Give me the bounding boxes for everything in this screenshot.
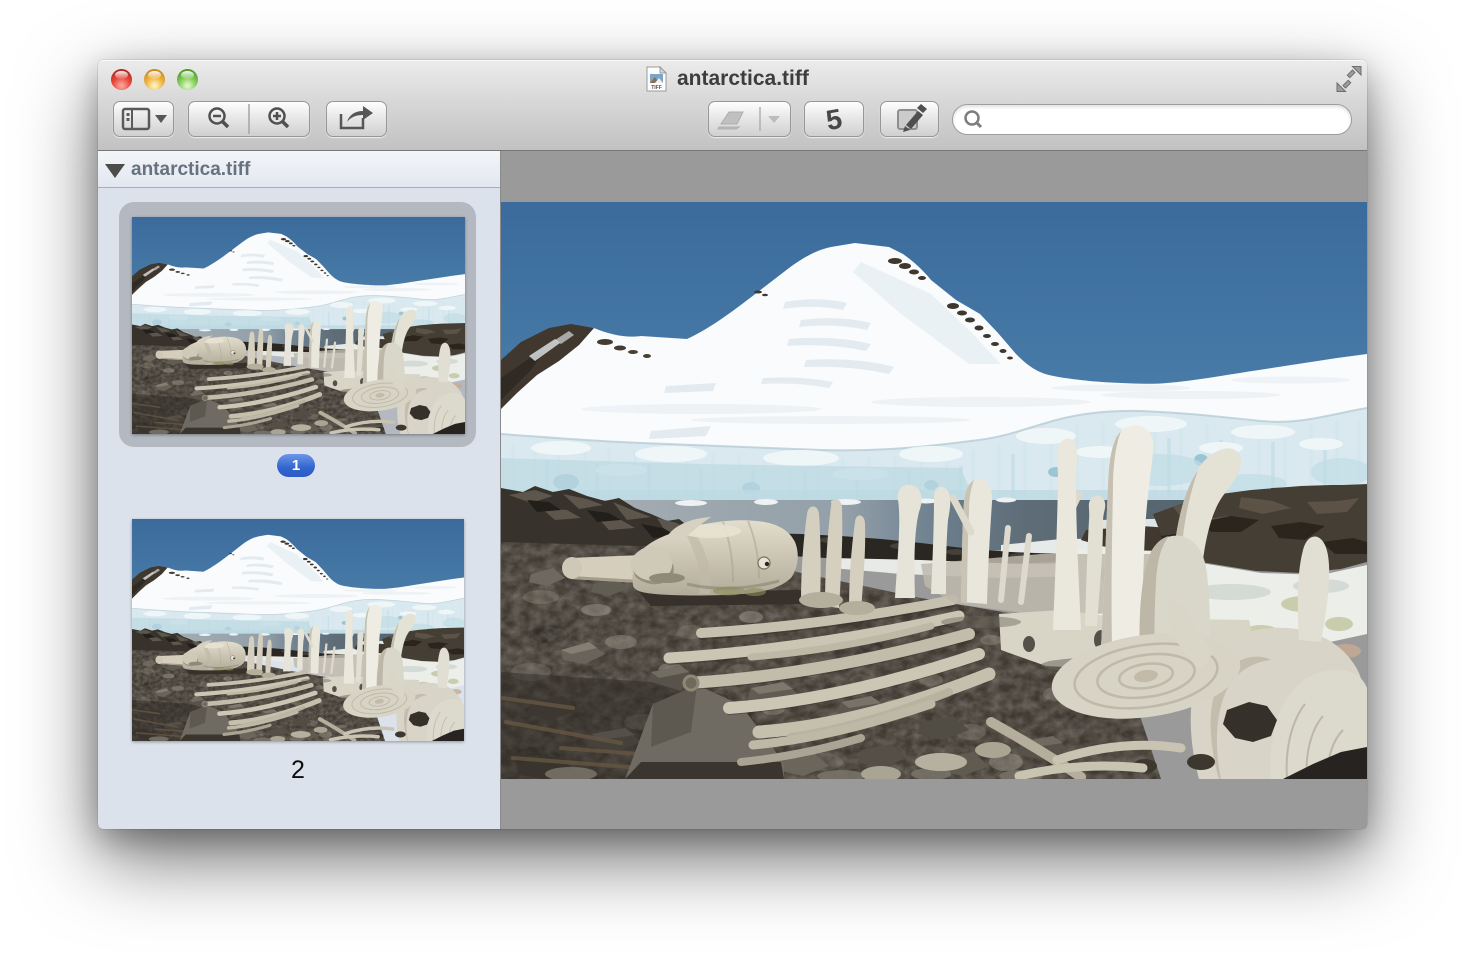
svg-text:TIFF: TIFF xyxy=(651,85,662,91)
svg-text:5: 5 xyxy=(824,103,845,136)
